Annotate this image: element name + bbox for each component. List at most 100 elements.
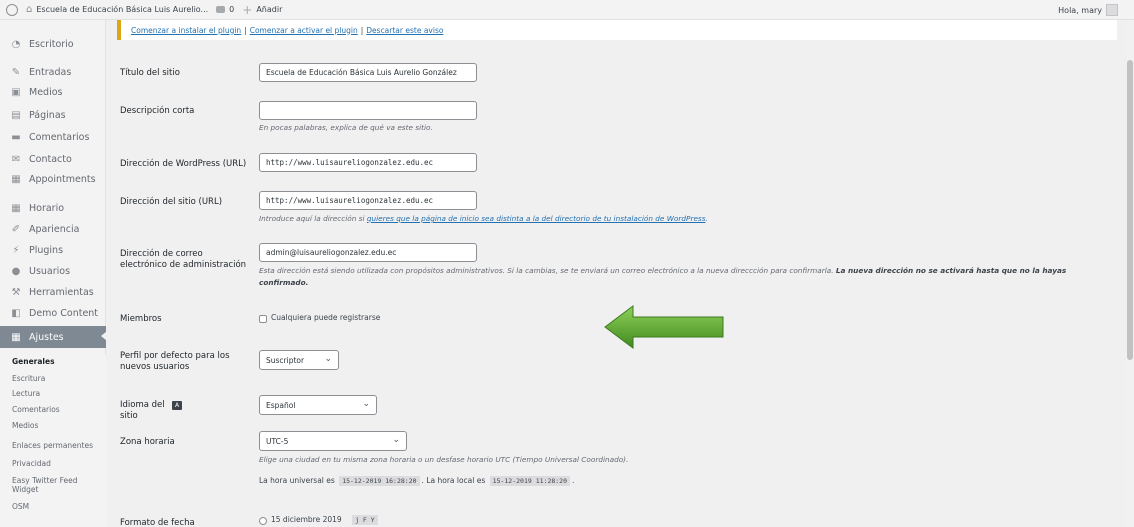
sidebar-item-label: Comentarios (29, 131, 90, 143)
sidebar-item-label: Usuarios (29, 265, 71, 277)
comments-link[interactable]: 0 (216, 5, 234, 14)
local-time-label: . La hora local es (421, 476, 486, 485)
calendar-icon: ▦ (11, 202, 21, 214)
tagline-label: Descripción corta (120, 106, 195, 116)
submenu-medios[interactable]: Medios (12, 421, 102, 430)
sidebar-item-apariencia[interactable]: ✐ Apariencia (0, 219, 106, 239)
user-icon: ● (11, 265, 21, 277)
sidebar-item-label: Herramientas (29, 286, 94, 298)
site-language-label: Idioma del sitio (120, 400, 165, 421)
admin-bar: ⌂ Escuela de Educación Básica Luis Aurel… (0, 0, 1134, 20)
settings-submenu: Generales Escritura Lectura Comentarios … (0, 355, 106, 527)
wrench-icon: ⚒ (11, 286, 21, 298)
sidebar-item-medios[interactable]: ▣ Medios (0, 82, 106, 102)
page-scrollbar[interactable] (1126, 20, 1134, 527)
plugin-notice: Comenzar a instalar el plugin | Comenzar… (117, 20, 1117, 40)
admin-email-description: Esta dirección está siendo utilizada con… (259, 265, 1099, 289)
notice-separator: | (244, 25, 247, 35)
submenu-escritura[interactable]: Escritura (12, 374, 102, 383)
timezone-value: UTC-5 (266, 436, 289, 446)
chevron-down-icon: ⌄ (324, 354, 332, 364)
sidebar-item-label: Ajustes (29, 331, 64, 343)
date-format-option[interactable]: 15 diciembre 2019 j F Y (271, 515, 380, 525)
wordpress-logo-icon[interactable] (6, 3, 18, 16)
sidebar-item-demo-content[interactable]: ◧ Demo Content (0, 303, 106, 323)
media-icon: ▣ (11, 86, 21, 98)
account-menu[interactable]: Hola, mary (1058, 0, 1118, 20)
site-language-select[interactable]: Español ⌄ (259, 395, 377, 415)
activate-plugin-link[interactable]: Comenzar a activar el plugin (250, 26, 358, 35)
sidebar-item-label: Demo Content (29, 307, 99, 319)
site-url-input[interactable]: http://www.luisaureliogonzalez.edu.ec (259, 191, 477, 210)
admin-email-input[interactable]: admin@luisaureliogonzalez.edu.ec (259, 243, 477, 262)
local-time-end: . (572, 476, 575, 485)
local-time: 15-12-2019 11:28:20 (489, 476, 571, 486)
submenu-enlaces-permanentes[interactable]: Enlaces permanentes (12, 441, 102, 450)
comment-bubble-icon (216, 6, 226, 13)
submenu-lectura[interactable]: Lectura (12, 389, 102, 398)
sidebar-item-usuarios[interactable]: ● Usuarios (0, 261, 106, 281)
comment-icon: ▬ (11, 131, 21, 143)
sidebar-item-label: Medios (29, 86, 63, 98)
site-url-desc-text: Introduce aquí la dirección si (259, 214, 367, 223)
site-name-link[interactable]: ⌂ Escuela de Educación Básica Luis Aurel… (26, 4, 208, 15)
timezone-select[interactable]: UTC-5 ⌄ (259, 431, 407, 451)
mail-icon: ✉ (11, 153, 21, 165)
site-language-value: Español (266, 400, 296, 410)
sidebar-item-comentarios[interactable]: ▬ Comentarios (0, 127, 106, 147)
dashboard-icon: ◔ (11, 38, 21, 50)
chevron-down-icon: ⌄ (362, 399, 370, 409)
sidebar-item-label: Escritorio (29, 38, 74, 50)
sidebar-item-contacto[interactable]: ✉ Contacto (0, 149, 106, 169)
sidebar-item-appointments[interactable]: ▦ Appointments (0, 169, 106, 189)
sidebar-item-herramientas[interactable]: ⚒ Herramientas (0, 282, 106, 302)
members-label: Miembros (120, 314, 162, 324)
default-role-select[interactable]: Suscriptor ⌄ (259, 350, 339, 370)
sidebar-item-paginas[interactable]: ▤ Páginas (0, 105, 106, 125)
submenu-comentarios[interactable]: Comentarios (12, 405, 102, 414)
sidebar-item-label: Entradas (29, 66, 72, 78)
date-format-radio[interactable] (259, 517, 267, 525)
brush-icon: ✐ (11, 223, 21, 235)
dismiss-notice-link[interactable]: Descartar este aviso (366, 26, 443, 35)
timezone-description: Elige una ciudad en tu misma zona horari… (259, 455, 629, 464)
home-icon: ⌂ (26, 4, 33, 15)
new-label: Añadir (256, 5, 283, 14)
default-role-label: Perfil por defecto para los nuevos usuar… (120, 351, 230, 372)
submenu-privacidad[interactable]: Privacidad (12, 459, 102, 468)
plug-icon: ⚡ (12, 244, 20, 256)
site-title-input[interactable]: Escuela de Educación Básica Luis Aurelio… (259, 63, 477, 82)
new-content-link[interactable]: + Añadir (242, 4, 283, 16)
utc-time: 15-12-2019 16:28:20 (339, 476, 420, 486)
sidebar-item-escritorio[interactable]: ◔ Escritorio (0, 34, 106, 54)
admin-email-label: Dirección de correo electrónico de admin… (120, 249, 247, 270)
tagline-input[interactable] (259, 101, 477, 120)
sidebar-item-ajustes[interactable]: ▦ Ajustes (0, 326, 107, 348)
submenu-osm[interactable]: OSM (12, 502, 102, 511)
members-checkbox[interactable] (259, 315, 267, 323)
sidebar-item-label: Plugins (29, 244, 64, 256)
members-checkbox-label[interactable]: Cualquiera puede registrarse (271, 313, 380, 322)
demo-icon: ◧ (11, 307, 21, 319)
wp-url-label: Dirección de WordPress (URL) (120, 159, 247, 169)
wp-url-input[interactable]: http://www.luisaureliogonzalez.edu.ec (259, 153, 477, 172)
green-arrow-pointer (604, 305, 724, 349)
settings-form: Comenzar a instalar el plugin | Comenzar… (107, 20, 1126, 527)
settings-icon: ▦ (11, 331, 21, 343)
pin-icon: ✎ (11, 66, 21, 78)
date-format-option-label: 15 diciembre 2019 (271, 515, 342, 524)
submenu-easy-twitter-feed-widget[interactable]: Easy Twitter Feed Widget (12, 476, 92, 494)
date-format-label: Formato de fecha (120, 518, 195, 527)
avatar (1106, 4, 1118, 16)
sidebar-item-label: Apariencia (29, 223, 80, 235)
date-format-code: j F Y (352, 515, 378, 525)
admin-email-desc-text: Esta dirección está siendo utilizada con… (259, 266, 834, 275)
scrollbar-thumb[interactable] (1127, 60, 1133, 360)
sidebar-item-entradas[interactable]: ✎ Entradas (0, 62, 106, 82)
site-url-help-link[interactable]: quieres que la página de inicio sea dist… (367, 214, 706, 223)
sidebar-item-horario[interactable]: ▦ Horario (0, 198, 106, 218)
sidebar-item-plugins[interactable]: ⚡ Plugins (0, 240, 106, 260)
site-url-description: Introduce aquí la dirección si quieres q… (259, 213, 708, 225)
submenu-generales[interactable]: Generales (12, 357, 102, 366)
install-plugin-link[interactable]: Comenzar a instalar el plugin (131, 26, 241, 35)
